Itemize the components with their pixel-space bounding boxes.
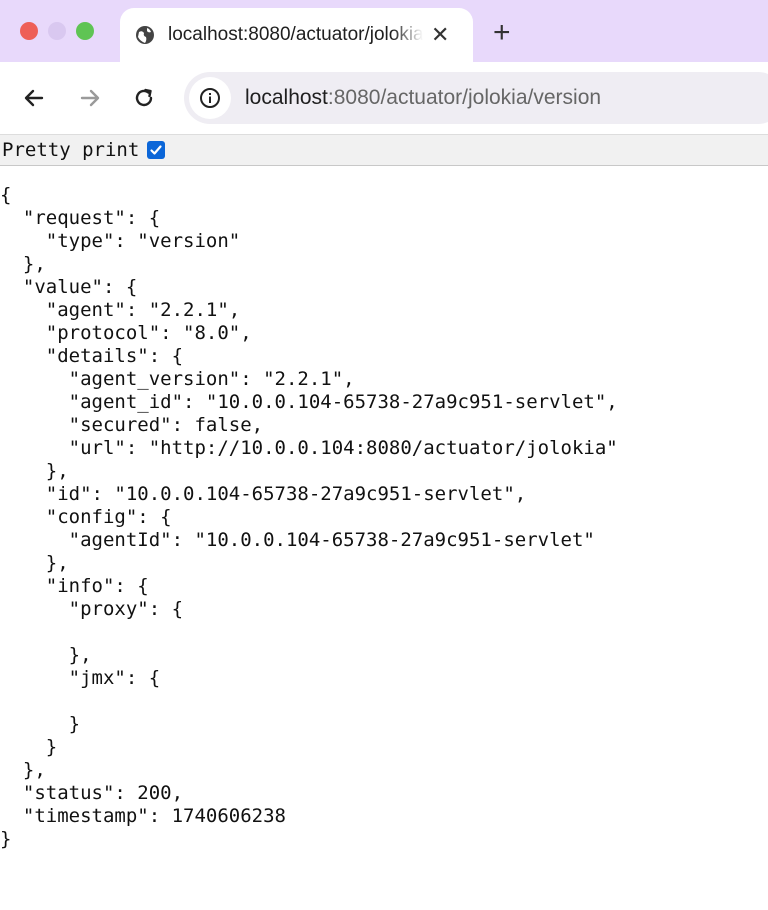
pretty-print-bar: Pretty print [0,135,768,166]
active-tab[interactable]: localhost:8080/actuator/jolokia/version … [120,8,473,62]
maximize-window-button[interactable] [76,22,94,40]
checkmark-icon [150,145,162,155]
tab-close-icon[interactable]: ✕ [431,22,449,48]
tab-strip: localhost:8080/actuator/jolokia/version … [0,0,768,62]
site-info-icon[interactable] [189,77,231,119]
new-tab-button[interactable]: + [493,16,511,50]
back-arrow-icon[interactable] [20,84,48,112]
url-host: localhost [245,86,328,109]
minimize-window-button[interactable] [48,22,66,40]
close-window-button[interactable] [20,22,38,40]
json-response: { "request": { "type": "version" }, "val… [0,184,618,850]
reload-icon[interactable] [130,84,158,112]
address-bar[interactable]: localhost:8080/actuator/jolokia/version [184,72,768,124]
pretty-print-checkbox[interactable] [147,141,166,159]
globe-icon [134,24,156,46]
pretty-print-label: Pretty print [2,139,140,161]
address-url[interactable]: localhost:8080/actuator/jolokia/version [245,86,601,110]
url-path: :8080/actuator/jolokia/version [327,86,602,109]
forward-arrow-icon[interactable] [76,84,104,112]
browser-toolbar: localhost:8080/actuator/jolokia/version [0,62,768,135]
window-controls [20,22,94,40]
tab-title: localhost:8080/actuator/jolokia/version [168,24,423,45]
